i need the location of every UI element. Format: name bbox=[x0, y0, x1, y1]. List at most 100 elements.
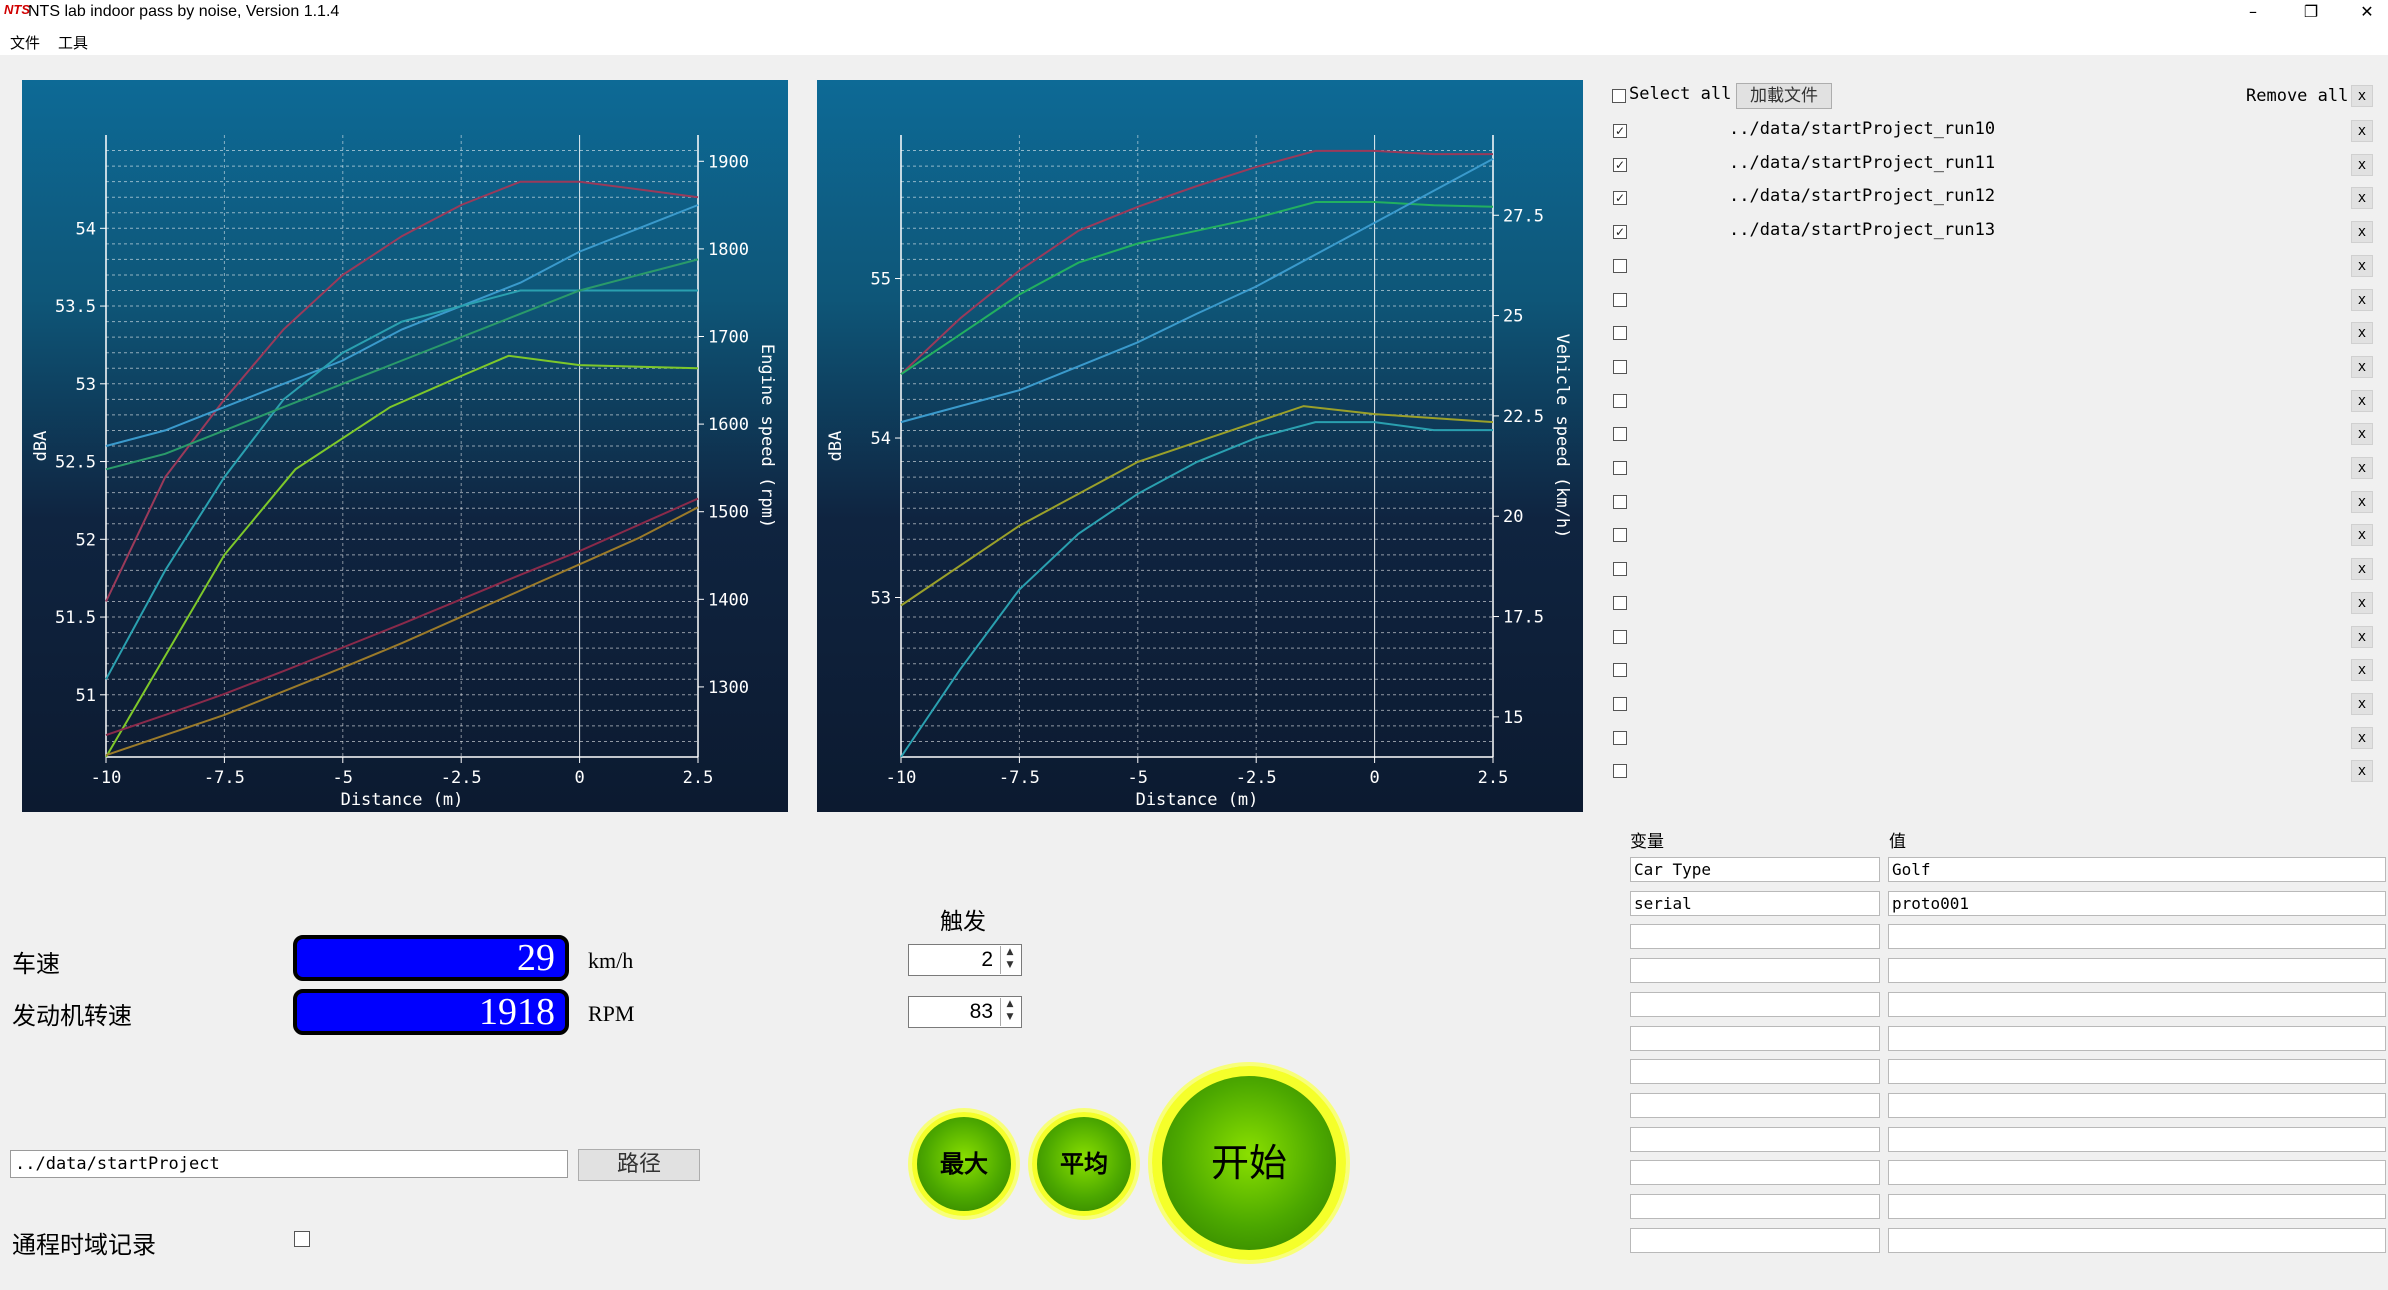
remove-file-button[interactable]: x bbox=[2351, 221, 2373, 244]
file-checkbox[interactable] bbox=[1613, 393, 1627, 408]
variable-name-cell[interactable] bbox=[1630, 1059, 1880, 1085]
series-line bbox=[105, 506, 699, 757]
remove-file-button[interactable]: x bbox=[2351, 423, 2373, 446]
remove-all-label: Remove all bbox=[2246, 86, 2349, 106]
series-line bbox=[900, 421, 1493, 758]
variable-value-cell[interactable] bbox=[1888, 991, 2386, 1017]
remove-file-button[interactable]: x bbox=[2351, 558, 2373, 581]
y2-tick-label: 1400 bbox=[708, 590, 749, 610]
remove-file-button[interactable]: x bbox=[2351, 490, 2373, 513]
variable-name-cell[interactable] bbox=[1630, 1160, 1880, 1186]
file-checkbox[interactable] bbox=[1613, 494, 1627, 509]
menu-tools[interactable]: 工具 bbox=[58, 32, 88, 53]
file-checkbox[interactable] bbox=[1613, 292, 1627, 307]
variable-value-cell[interactable]: Golf bbox=[1888, 857, 2386, 882]
value-column-header: 值 bbox=[1889, 832, 1906, 852]
minimize-button[interactable]: – bbox=[2232, 0, 2274, 27]
variable-value-cell[interactable] bbox=[1888, 1092, 2386, 1118]
file-checkbox[interactable] bbox=[1613, 629, 1627, 644]
variable-name-cell[interactable] bbox=[1630, 1227, 1880, 1253]
speed-trigger-stepper-icon[interactable]: ▲ ▼ bbox=[1000, 946, 1019, 974]
file-checkbox[interactable]: ✓ bbox=[1613, 225, 1627, 240]
variable-value-cell[interactable] bbox=[1888, 924, 2386, 950]
file-checkbox[interactable] bbox=[1613, 595, 1627, 610]
max-button[interactable]: 最大 bbox=[912, 1112, 1016, 1216]
file-checkbox[interactable] bbox=[1613, 258, 1627, 273]
remove-all-button[interactable]: x bbox=[2351, 85, 2373, 107]
menu-file[interactable]: 文件 bbox=[10, 32, 40, 53]
y-tick-label: 51 bbox=[76, 686, 96, 706]
remove-file-button[interactable]: x bbox=[2351, 120, 2373, 142]
variable-value-cell[interactable]: proto001 bbox=[1888, 890, 2386, 916]
y2-tick-label: 27.5 bbox=[1503, 206, 1544, 226]
remove-file-button[interactable]: x bbox=[2351, 389, 2373, 412]
average-button[interactable]: 平均 bbox=[1032, 1112, 1136, 1216]
remove-file-button[interactable]: x bbox=[2351, 153, 2373, 176]
file-checkbox[interactable] bbox=[1613, 764, 1627, 779]
file-path: ../data/startProject_run12 bbox=[1729, 186, 1996, 207]
close-button[interactable]: ✕ bbox=[2346, 0, 2388, 27]
variable-value-cell[interactable] bbox=[1888, 1160, 2386, 1186]
file-checkbox[interactable] bbox=[1613, 427, 1627, 442]
file-checkbox[interactable] bbox=[1613, 696, 1627, 711]
y-tick-label: 54 bbox=[76, 219, 96, 239]
file-checkbox[interactable]: ✓ bbox=[1613, 157, 1627, 172]
restore-button[interactable]: ❐ bbox=[2290, 0, 2332, 27]
remove-file-button[interactable]: x bbox=[2351, 254, 2373, 277]
window-title: NTS lab indoor pass by noise, Version 1.… bbox=[28, 3, 340, 20]
remove-file-button[interactable]: x bbox=[2351, 760, 2373, 783]
record-time-domain-label: 通程时域记录 bbox=[12, 1231, 156, 1259]
file-checkbox[interactable] bbox=[1613, 562, 1627, 577]
file-checkbox[interactable] bbox=[1613, 359, 1627, 374]
variable-value-cell[interactable] bbox=[1888, 1194, 2386, 1219]
variable-value-cell[interactable] bbox=[1888, 1126, 2386, 1152]
y2-tick-label: 20 bbox=[1503, 507, 1523, 527]
record-time-domain-checkbox[interactable] bbox=[294, 1231, 310, 1247]
file-checkbox[interactable] bbox=[1613, 663, 1627, 678]
variable-value-cell[interactable] bbox=[1888, 1025, 2386, 1051]
start-button[interactable]: 开始 bbox=[1152, 1066, 1346, 1260]
remove-file-button[interactable]: x bbox=[2351, 726, 2373, 749]
variable-name-cell[interactable] bbox=[1630, 924, 1880, 950]
vehicle-speed-display: 29 bbox=[293, 935, 569, 981]
variable-name-cell[interactable] bbox=[1630, 991, 1880, 1017]
file-checkbox[interactable]: ✓ bbox=[1613, 191, 1627, 206]
remove-file-button[interactable]: x bbox=[2351, 625, 2373, 648]
file-checkbox[interactable]: ✓ bbox=[1613, 124, 1627, 138]
file-checkbox[interactable] bbox=[1613, 730, 1627, 745]
file-checkbox[interactable] bbox=[1613, 528, 1627, 543]
variable-name-cell[interactable] bbox=[1630, 958, 1880, 984]
variable-name-cell[interactable]: serial bbox=[1630, 890, 1880, 916]
variable-name-cell[interactable] bbox=[1630, 1194, 1880, 1219]
variable-column-header: 变量 bbox=[1630, 832, 1664, 852]
file-checkbox[interactable] bbox=[1613, 326, 1627, 341]
variable-value-cell[interactable] bbox=[1888, 1227, 2386, 1253]
remove-file-button[interactable]: x bbox=[2351, 457, 2373, 479]
y-axis-label: dBA bbox=[31, 431, 51, 462]
x-tick-label: 0 bbox=[1369, 768, 1379, 788]
remove-file-button[interactable]: x bbox=[2351, 355, 2373, 378]
remove-file-button[interactable]: x bbox=[2351, 692, 2373, 715]
remove-file-button[interactable]: x bbox=[2351, 591, 2373, 614]
variable-name-cell[interactable] bbox=[1630, 1025, 1880, 1051]
select-all-checkbox[interactable] bbox=[1612, 89, 1626, 103]
remove-file-button[interactable]: x bbox=[2351, 322, 2373, 345]
remove-file-button[interactable]: x bbox=[2351, 288, 2373, 311]
y2-tick-label: 15 bbox=[1503, 708, 1523, 728]
load-files-button[interactable]: 加載文件 bbox=[1736, 83, 1832, 109]
path-button[interactable]: 路径 bbox=[578, 1149, 700, 1181]
file-path: ../data/startProject_run10 bbox=[1729, 119, 1996, 139]
variable-name-cell[interactable] bbox=[1630, 1092, 1880, 1118]
rpm-trigger-stepper-icon[interactable]: ▲ ▼ bbox=[1000, 998, 1019, 1026]
engine-speed-label: 发动机转速 bbox=[12, 1002, 132, 1030]
title-bar bbox=[0, 0, 2388, 27]
variable-name-cell[interactable]: Car Type bbox=[1630, 857, 1880, 882]
variable-name-cell[interactable] bbox=[1630, 1126, 1880, 1152]
remove-file-button[interactable]: x bbox=[2351, 524, 2373, 547]
variable-value-cell[interactable] bbox=[1888, 958, 2386, 984]
remove-file-button[interactable]: x bbox=[2351, 187, 2373, 210]
remove-file-button[interactable]: x bbox=[2351, 659, 2373, 682]
variable-value-cell[interactable] bbox=[1888, 1059, 2386, 1085]
path-input[interactable]: ../data/startProject bbox=[10, 1150, 568, 1178]
file-checkbox[interactable] bbox=[1613, 461, 1627, 475]
